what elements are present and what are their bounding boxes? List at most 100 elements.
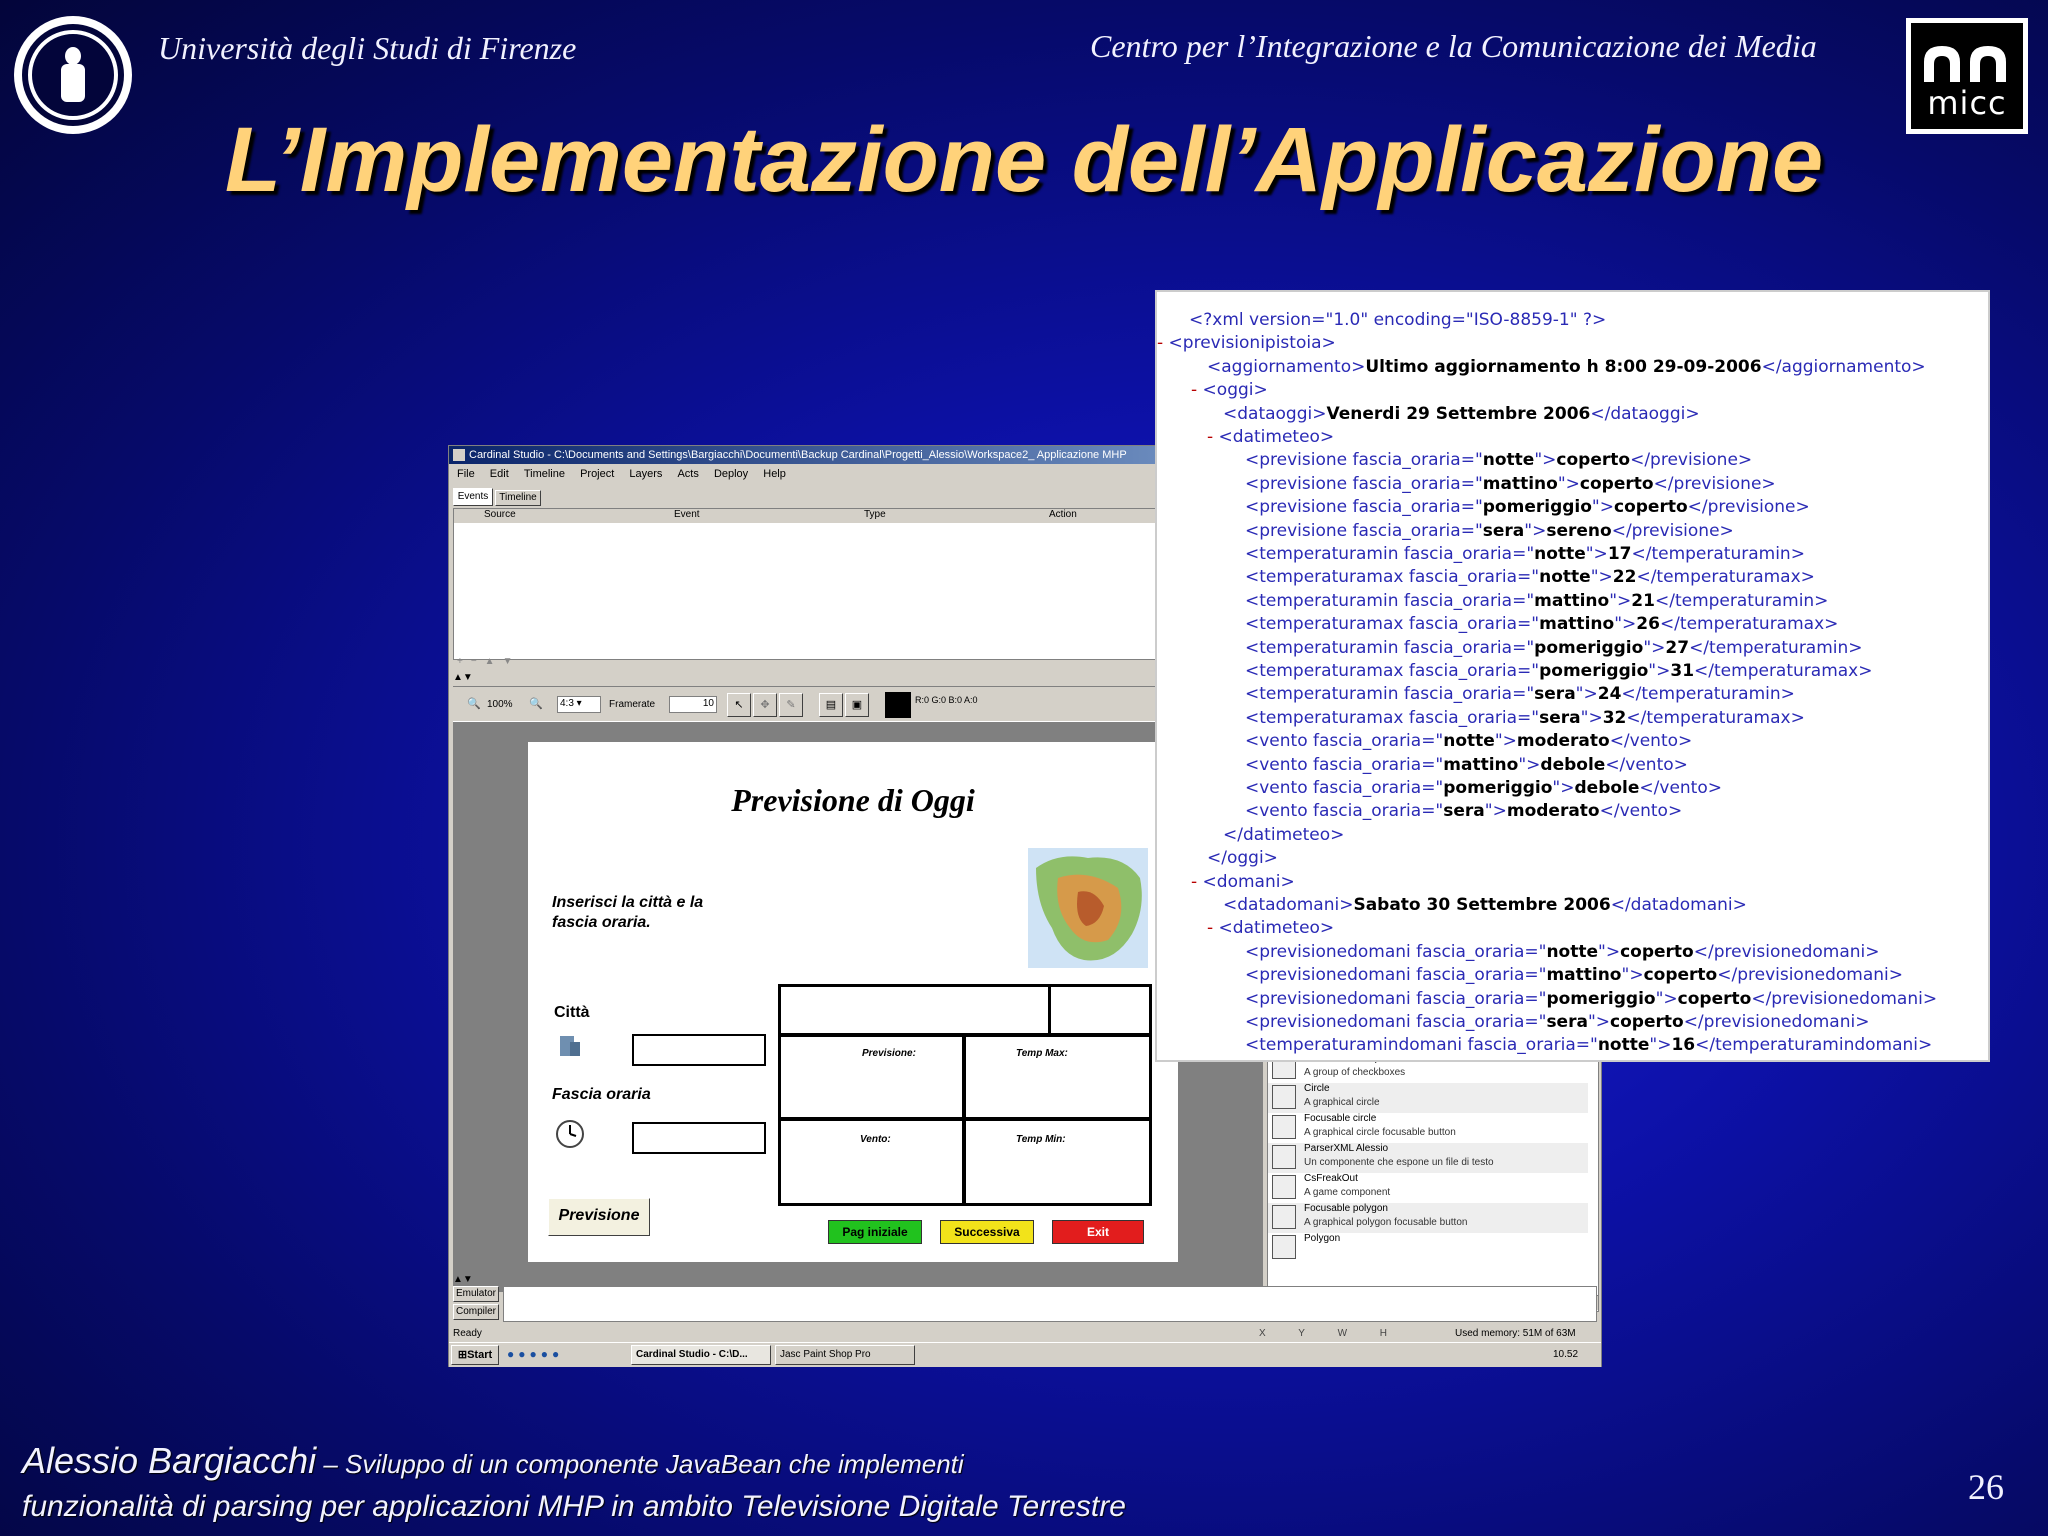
menu-file[interactable]: File [457,468,475,480]
col-action[interactable]: Action [1049,509,1077,520]
component-icon [1272,1235,1296,1259]
xml-close-tag: </temperaturamin> [1654,590,1829,611]
tab-compiler[interactable]: Compiler [453,1304,499,1320]
menu-acts[interactable]: Acts [677,468,698,480]
col-type[interactable]: Type [864,509,886,520]
start-button[interactable]: ⊞Start [451,1345,499,1365]
zoom-in-icon[interactable]: 🔍 [529,697,543,710]
xml-line[interactable]: - <oggi> [1191,380,1268,400]
xml-line[interactable]: - <domani> [1191,872,1295,892]
xml-attr-value: sera [1443,801,1485,822]
design-canvas: Previsione di Oggi Inserisci la città e … [527,741,1179,1263]
task-cardinal[interactable]: Cardinal Studio - C:\D... [631,1345,771,1365]
page-number: 26 [1968,1467,2004,1507]
frame-tool-icon[interactable]: ▣ [845,693,869,717]
palette-item[interactable]: Focusable circle A graphical circle focus… [1268,1113,1588,1143]
xml-text-value: Ultimo aggiornamento h 8:00 29-09-2006 [1365,356,1762,377]
component-icon [1272,1205,1296,1229]
xml-attr-value: notte [1546,941,1599,962]
xml-close-tag: </temperaturamax> [1659,614,1839,635]
component-palette: CheckBox GroupA group of checkboxesCircl… [1267,1053,1599,1312]
select-tool-icon[interactable]: ↖ [727,693,751,717]
aspect-select[interactable]: 4:3 ▾ [557,696,601,713]
exit-button[interactable]: Exit [1052,1220,1144,1244]
events-controls[interactable]: +−▲▼ [457,656,520,667]
window-menu-icon[interactable] [453,449,465,461]
city-input[interactable] [632,1034,766,1066]
xml-line: <temperaturamin fascia_oraria="notte">17… [1245,544,1805,564]
task-paintshop[interactable]: Jasc Paint Shop Pro [775,1345,915,1365]
xml-open-tag: <previsionipistoia> [1168,333,1336,354]
splitter-arrows-bottom-icon[interactable]: ▲▼ [453,1274,473,1285]
xml-collapse-toggle: - [1191,871,1203,892]
next-button[interactable]: Successiva [940,1220,1034,1244]
menu-help[interactable]: Help [763,468,786,480]
xml-close-tag: </vento> [1599,801,1683,822]
xml-open-tag: <previsione fascia_oraria=" [1245,497,1483,518]
menu-timeline[interactable]: Timeline [524,468,565,480]
home-page-button[interactable]: Pag iniziale [828,1220,922,1244]
xml-line: <temperaturamax fascia_oraria="pomeriggi… [1245,661,1872,681]
palette-item[interactable]: CsFreakOut A game component [1268,1173,1588,1203]
col-source[interactable]: Source [484,509,516,520]
xml-text-value: moderato [1506,801,1600,822]
palette-item[interactable]: ParserXML Alessio Un componente che espon… [1268,1143,1588,1173]
xml-line[interactable]: - <datimeteo> [1207,918,1334,938]
menu-layers[interactable]: Layers [629,468,662,480]
xml-open-tag-end: "> [1648,661,1671,681]
menu-edit[interactable]: Edit [490,468,509,480]
cell-tmin [963,1118,1152,1206]
xml-collapse-toggle: - [1207,918,1219,939]
xml-text-value: Venerdi 29 Settembre 2006 [1326,403,1591,424]
xml-open-tag-end: "> [1534,450,1557,471]
xml-line: <aggiornamento>Ultimo aggiornamento h 8:… [1207,357,1926,377]
xml-line: <temperaturamin fascia_oraria="sera">24<… [1245,684,1795,704]
xml-open-tag: <vento fascia_oraria=" [1245,801,1444,822]
tab-events[interactable]: Events [453,488,493,506]
xml-open-tag-end: "> [1585,544,1608,564]
xml-open-tag: <temperaturamax fascia_oraria=" [1245,707,1540,728]
align-tool-icon[interactable]: ▤ [819,693,843,717]
framerate-stepper[interactable]: 10 [669,696,717,713]
color-swatch[interactable] [885,692,911,718]
tab-emulator[interactable]: Emulator [453,1286,499,1302]
palette-item-name: Circle [1304,1083,1330,1094]
quicklaunch-icons[interactable]: ●●●●● [507,1347,563,1361]
palette-item[interactable]: Circle A graphical circle [1268,1083,1588,1113]
xml-text-value: coperto [1643,965,1718,986]
xml-text-value: 24 [1597,684,1622,705]
palette-item[interactable]: Polygon [1268,1233,1588,1263]
xml-attr-value: mattino [1534,590,1610,611]
menu-deploy[interactable]: Deploy [714,468,748,480]
forecast-button[interactable]: Previsione [548,1198,650,1236]
move-tool-icon[interactable]: ✥ [753,693,777,717]
xml-open-tag-end: "> [1609,590,1632,611]
xml-line: <temperaturamin fascia_oraria="mattino">… [1245,591,1828,611]
xml-text-value: sereno [1546,520,1612,541]
menu-project[interactable]: Project [580,468,614,480]
xml-line: <temperaturamax fascia_oraria="notte">22… [1245,567,1815,587]
xml-close-tag: </previsionedomani> [1751,988,1938,1009]
taskbar: ⊞Start ●●●●● Cardinal Studio - C:\D... J… [449,1342,1601,1367]
xml-text-value: coperto [1614,497,1688,518]
cell-forecast [778,1034,965,1120]
status-text: Ready [453,1328,482,1339]
xml-close-tag: </previsione> [1611,520,1734,541]
xml-close-tag: </previsionedomani> [1683,1012,1870,1032]
col-event[interactable]: Event [674,509,700,520]
xml-open-tag: <temperaturamin fascia_oraria=" [1245,590,1535,611]
xml-line: <temperaturamindomani fascia_oraria="not… [1245,1035,1932,1055]
pencil-tool-icon[interactable]: ✎ [779,693,803,717]
xml-line[interactable]: - <previsionipistoia> [1157,333,1336,353]
tab-timeline[interactable]: Timeline [495,490,541,506]
zoom-out-icon[interactable]: 🔍 [467,697,481,710]
xml-line: <?xml version="1.0" encoding="ISO-8859-1… [1189,310,1606,330]
palette-item[interactable]: Focusable polygon A graphical polygon foc… [1268,1203,1588,1233]
xml-line: <temperaturamax fascia_oraria="mattino">… [1245,614,1838,634]
cell-tmax [963,1034,1152,1120]
seal-figure-icon [61,47,85,102]
time-slot-input[interactable] [632,1122,766,1154]
splitter-arrows-icon[interactable]: ▲▼ [453,672,473,683]
xml-line[interactable]: - <datimeteo> [1207,427,1334,447]
xml-open-tag: <previsionedomani fascia_oraria=" [1245,965,1547,986]
